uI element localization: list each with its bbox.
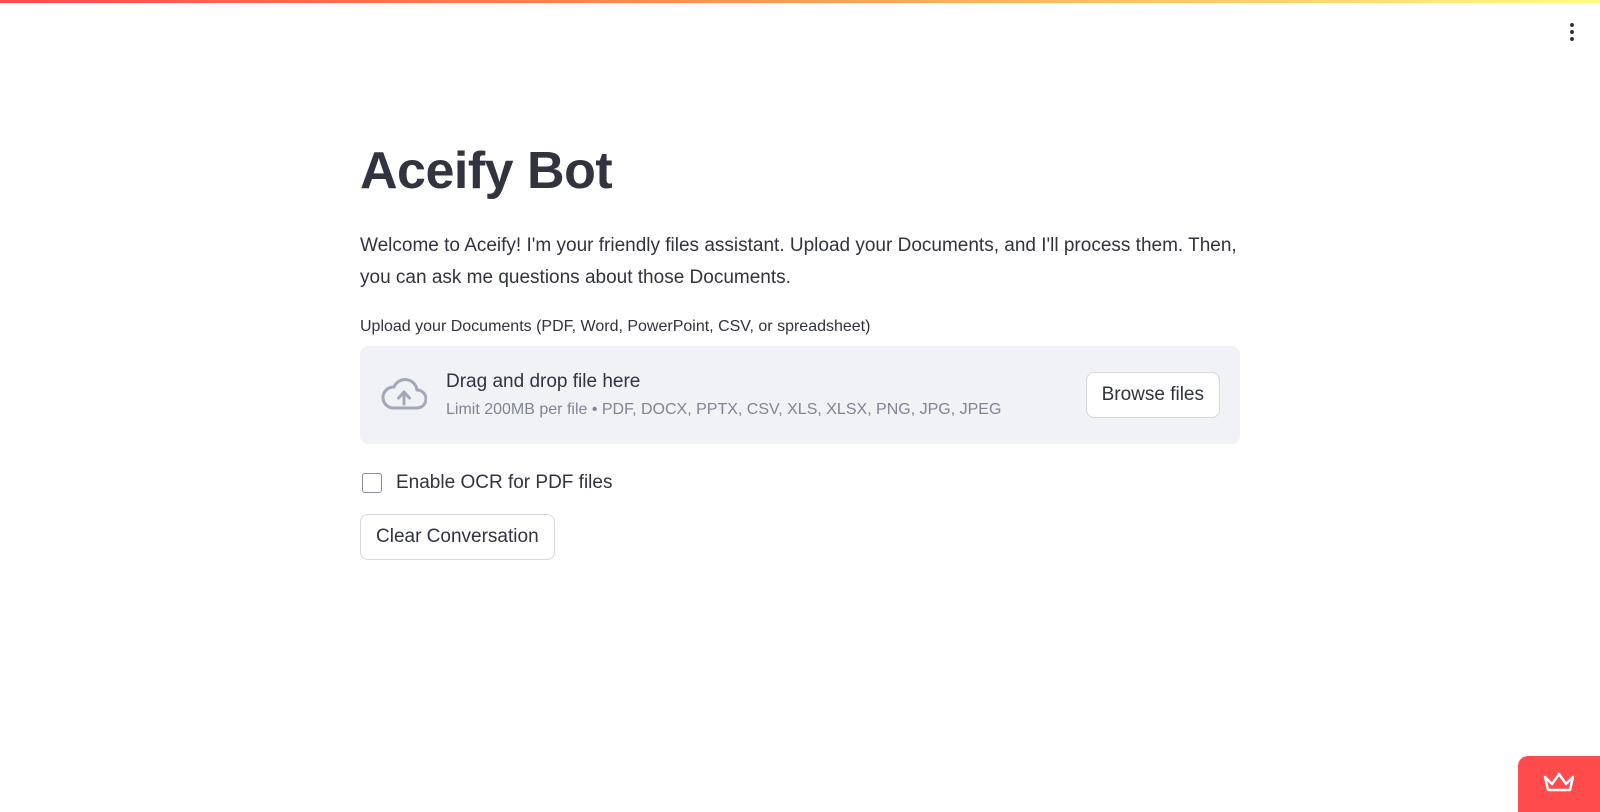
main-menu-button[interactable] <box>1558 18 1586 46</box>
ocr-checkbox-label[interactable]: Enable OCR for PDF files <box>396 472 612 494</box>
page-title: Aceify Bot <box>360 142 613 200</box>
file-dropzone[interactable]: Drag and drop file here Limit 200MB per … <box>360 346 1240 445</box>
intro-text: Welcome to Aceify! I'm your friendly fil… <box>360 235 1237 289</box>
upload-label: Upload your Documents (PDF, Word, PowerP… <box>360 318 871 336</box>
dropzone-limit: Limit 200MB per file • PDF, DOCX, PPTX, … <box>446 401 1002 419</box>
dropzone-text: Drag and drop file here Limit 200MB per … <box>446 371 1086 419</box>
kebab-menu-icon <box>1570 23 1574 27</box>
ocr-checkbox-row[interactable]: Enable OCR for PDF files <box>360 472 1240 494</box>
browse-files-button[interactable]: Browse files <box>1085 372 1220 419</box>
main-content: Aceify Bot Welcome to Aceify! I'm your f… <box>360 140 1240 561</box>
top-decoration-bar <box>0 0 1600 3</box>
streamlit-badge[interactable] <box>1518 756 1600 812</box>
kebab-menu-icon <box>1570 30 1574 34</box>
crown-icon <box>1542 771 1576 798</box>
cloud-upload-icon <box>380 375 428 415</box>
dropzone-title: Drag and drop file here <box>446 371 641 393</box>
ocr-checkbox[interactable] <box>362 473 382 494</box>
kebab-menu-icon <box>1570 37 1574 41</box>
clear-conversation-button[interactable]: Clear Conversation <box>360 514 555 561</box>
